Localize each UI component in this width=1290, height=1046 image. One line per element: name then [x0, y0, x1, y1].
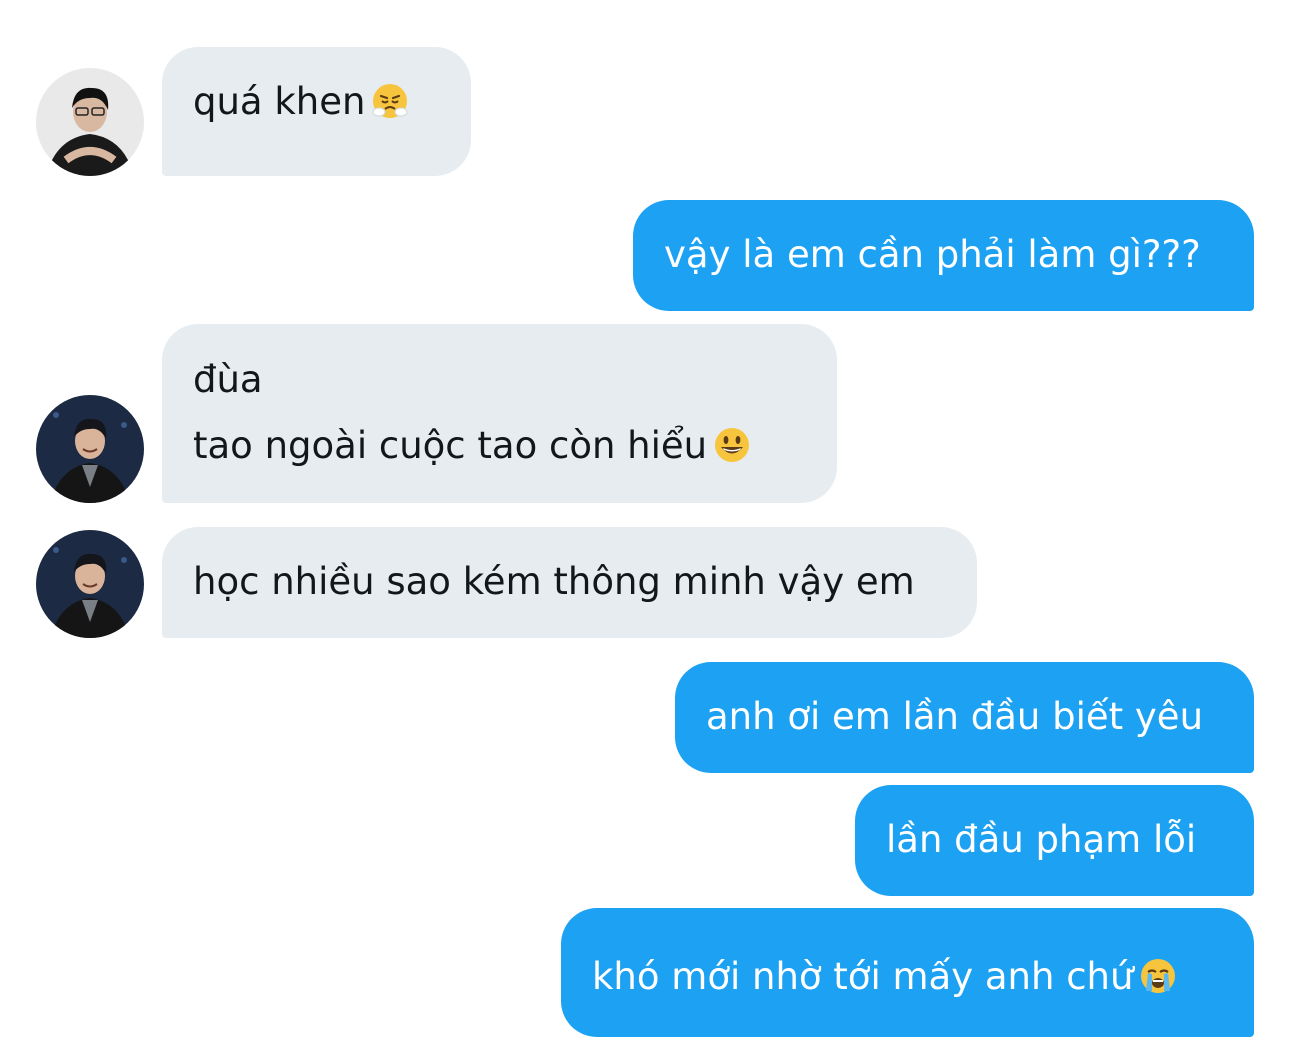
message-bubble-sent[interactable]: vậy là em cần phải làm gì???: [633, 200, 1254, 311]
message-text: quá khen: [193, 80, 366, 123]
message-text: đùa: [193, 358, 263, 401]
message-text: anh ơi em lần đầu biết yêu: [706, 695, 1204, 738]
avatar-photo-icon: [36, 530, 144, 638]
message-bubble-received[interactable]: học nhiều sao kém thông minh vậy em: [162, 527, 977, 638]
avatar[interactable]: [36, 395, 144, 503]
face-with-steam-emoji-icon: [371, 82, 409, 120]
message-bubble-sent[interactable]: anh ơi em lần đầu biết yêu: [675, 662, 1254, 773]
message-bubble-received[interactable]: quá khen: [162, 47, 471, 176]
message-text: khó mới nhờ tới mấy anh chứ: [592, 955, 1134, 998]
message-bubble-sent[interactable]: khó mới nhờ tới mấy anh chứ: [561, 908, 1254, 1037]
message-bubble-received[interactable]: đùa tao ngoài cuộc tao còn hiểu: [162, 324, 837, 503]
message-text: vậy là em cần phải làm gì???: [664, 233, 1201, 276]
loudly-crying-face-emoji-icon: [1139, 957, 1177, 995]
message-bubble-sent[interactable]: lần đầu phạm lỗi: [855, 785, 1254, 896]
message-text: học nhiều sao kém thông minh vậy em: [193, 560, 915, 603]
avatar-photo-icon: [36, 395, 144, 503]
avatar-photo-icon: [36, 68, 144, 176]
avatar[interactable]: [36, 530, 144, 638]
avatar[interactable]: [36, 68, 144, 176]
message-text-line-2: tao ngoài cuộc tao còn hiểu: [193, 413, 837, 479]
message-text: lần đầu phạm lỗi: [886, 818, 1197, 861]
grinning-face-emoji-icon: [713, 426, 751, 464]
